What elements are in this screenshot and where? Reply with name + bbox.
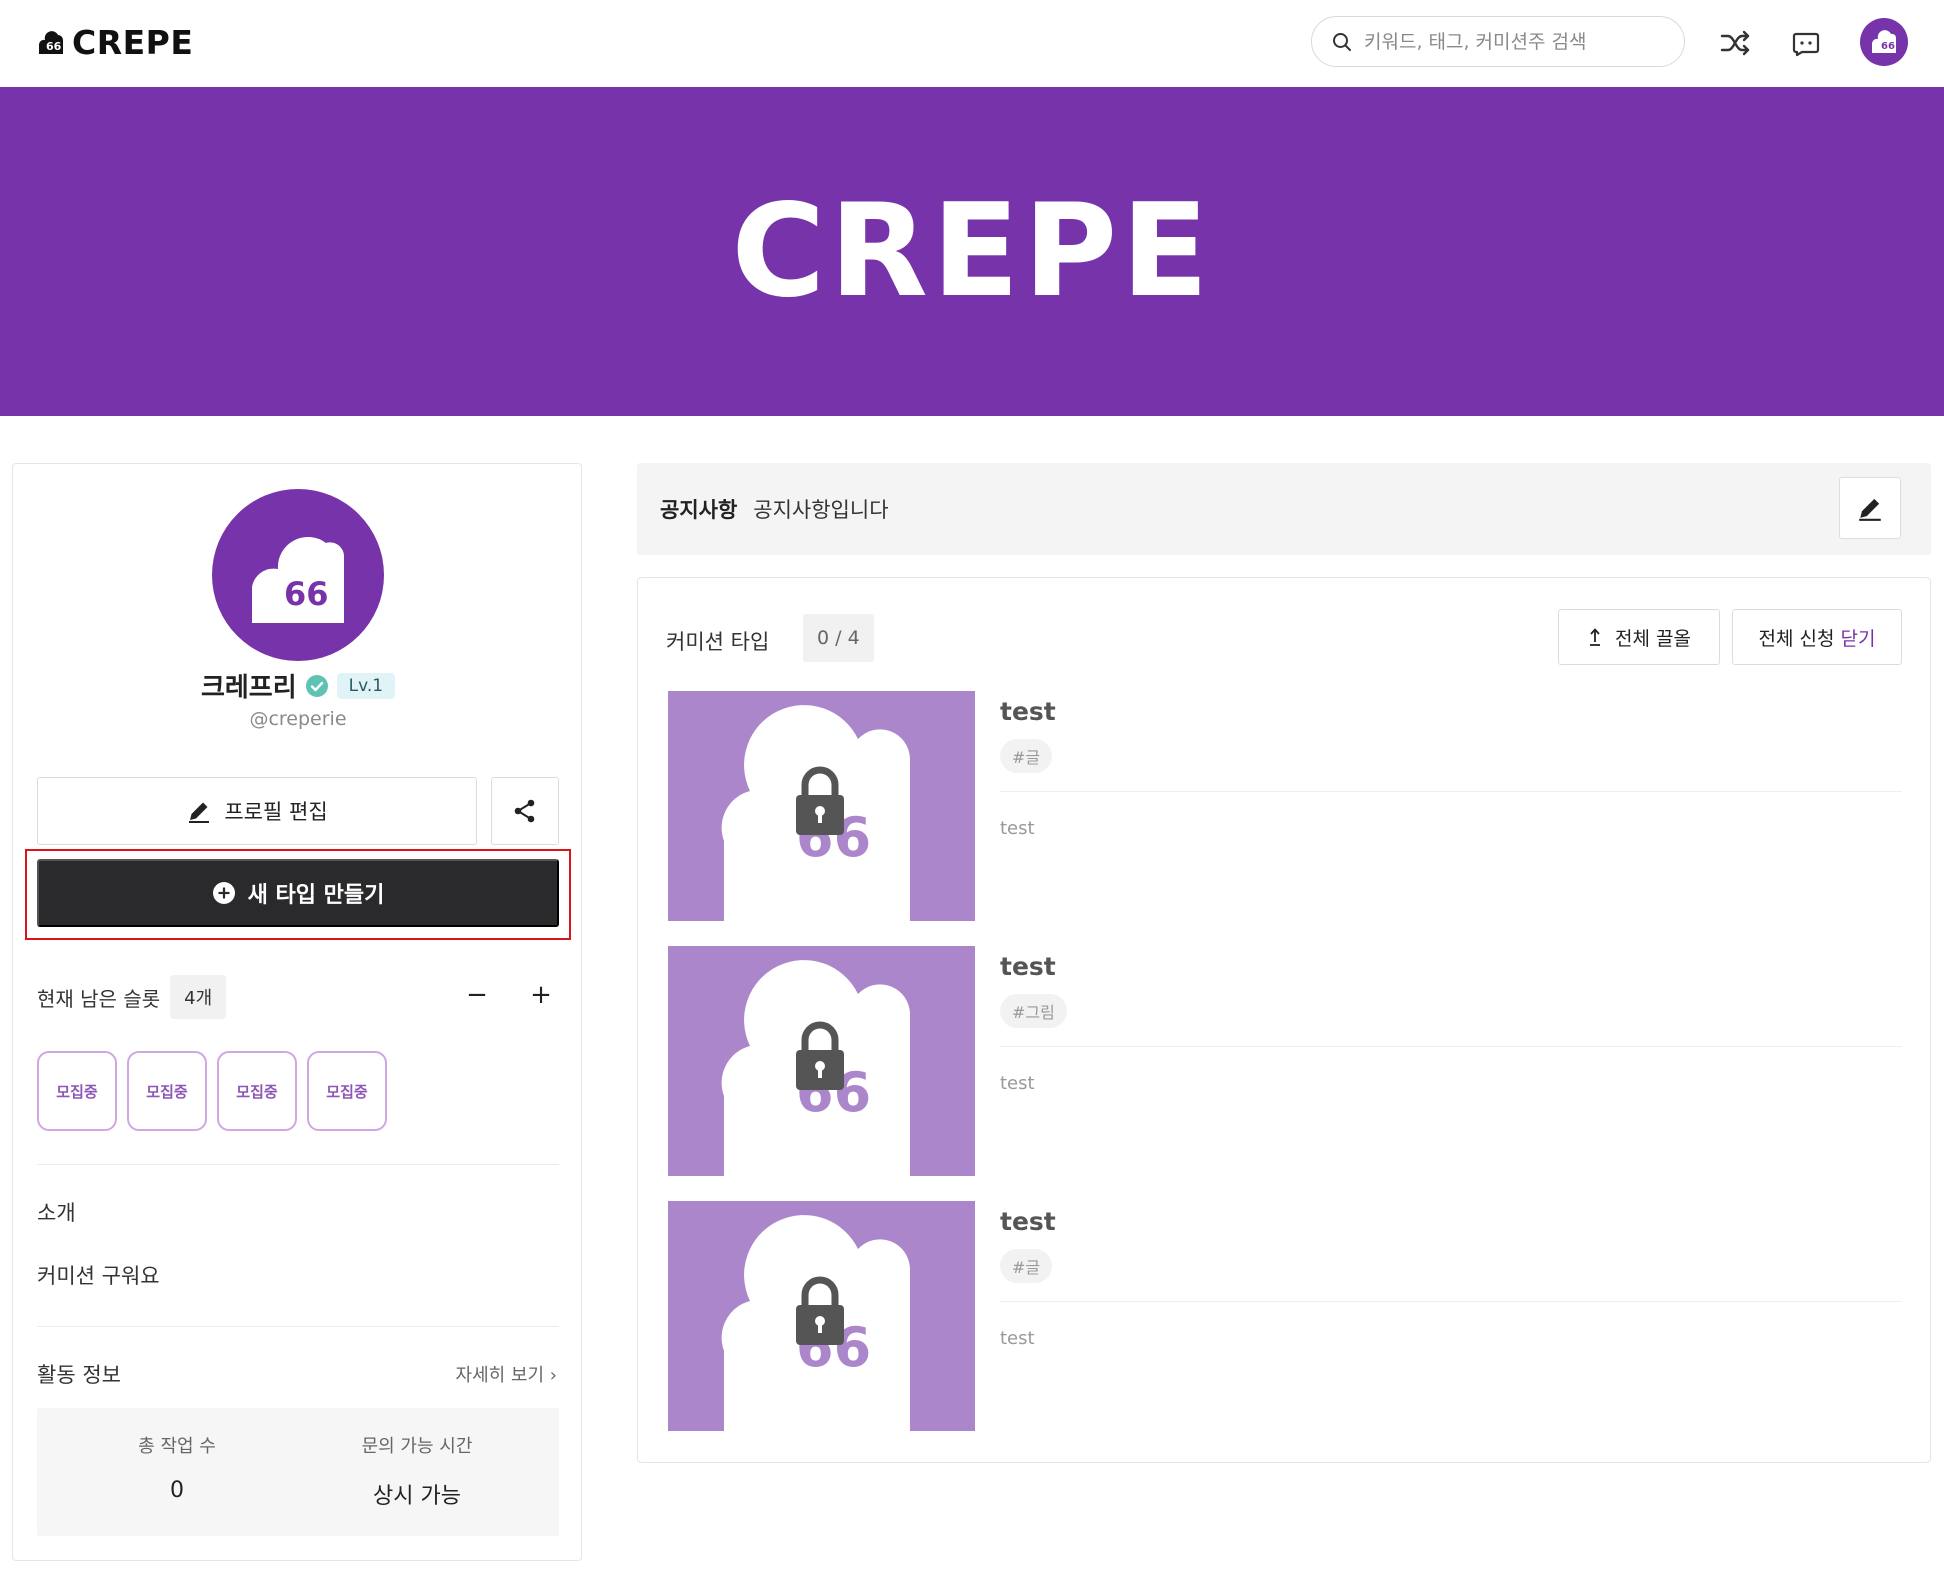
banner-title: CREPE: [731, 177, 1213, 326]
slot-decrease-button[interactable]: −: [459, 977, 495, 1013]
svg-text:66: 66: [1881, 41, 1895, 52]
pull-all-label: 전체 끌올: [1615, 627, 1691, 650]
slots-stepper: − +: [459, 977, 559, 1013]
activity-label: 활동 정보: [37, 1363, 121, 1387]
search-input[interactable]: [1364, 30, 1664, 53]
new-type-button[interactable]: 새 타입 만들기: [37, 859, 559, 927]
share-icon: [514, 799, 535, 823]
type-description: test: [1000, 1328, 1035, 1349]
type-divider: [1000, 1046, 1902, 1047]
commission-types-card: 커미션 타입 0 / 4 전체 끌올 전체 신청 닫기 66 test #글 t…: [637, 577, 1931, 1463]
pencil-icon: [189, 802, 210, 823]
profile-card: 66 크레프리 Lv.1 @creperie 프로필 편집 새 타입 만들기 현…: [12, 463, 582, 1561]
type-description: test: [1000, 1073, 1035, 1094]
notice-label: 공지사항: [660, 498, 738, 522]
pull-up-icon: [1590, 628, 1601, 646]
slot-chip[interactable]: 모집중: [127, 1051, 207, 1131]
chat-button[interactable]: [1786, 23, 1826, 63]
plus-circle-icon: [212, 882, 235, 904]
search-bar[interactable]: [1311, 16, 1685, 67]
type-tag[interactable]: #글: [1000, 1249, 1053, 1283]
profile-banner: CREPE: [0, 87, 1944, 416]
type-thumbnail: 66: [668, 1201, 975, 1431]
search-icon: [1333, 32, 1351, 51]
slot-chip[interactable]: 모집중: [217, 1051, 297, 1131]
profile-cloud-icon: 66: [252, 536, 345, 623]
commission-type-item[interactable]: 66 test #그림 test: [668, 946, 1902, 1176]
chat-icon: [1792, 32, 1820, 57]
intro-text: 커미션 구워요: [37, 1264, 160, 1288]
type-divider: [1000, 791, 1902, 792]
type-description: test: [1000, 818, 1035, 839]
share-button[interactable]: [491, 777, 559, 845]
intro-label: 소개: [37, 1201, 76, 1225]
section-divider: [37, 1164, 559, 1165]
type-tag[interactable]: #그림: [1000, 994, 1067, 1028]
avatar[interactable]: 66: [1860, 18, 1908, 66]
activity-more-link[interactable]: 자세히 보기 ›: [456, 1361, 557, 1387]
new-type-label: 새 타입 만들기: [247, 883, 385, 908]
commission-types-title: 커미션 타입: [666, 630, 770, 654]
type-name: test: [1000, 952, 1056, 981]
lock-icon: 66: [721, 960, 910, 1176]
type-tag[interactable]: #글: [1000, 739, 1053, 773]
lock-icon: 66: [721, 705, 910, 921]
shuffle-button[interactable]: [1715, 23, 1755, 63]
pull-all-button[interactable]: 전체 끌올: [1558, 609, 1720, 665]
logo[interactable]: 66 CREPE: [36, 22, 193, 62]
slots-label: 현재 남은 슬롯: [37, 986, 161, 1011]
stat-value: 상시 가능: [373, 1484, 461, 1509]
commission-types-count: 0 / 4: [803, 614, 874, 662]
stat-label: 총 작업 수: [138, 1436, 216, 1457]
notice-bar: 공지사항 공지사항입니다: [637, 463, 1931, 555]
edit-profile-button[interactable]: 프로필 편집: [37, 777, 477, 845]
level-badge: Lv.1: [336, 672, 396, 699]
profile-handle: @creperie: [249, 708, 347, 730]
profile-avatar: 66: [212, 489, 384, 661]
slot-chip[interactable]: 모집중: [37, 1051, 117, 1131]
notice-edit-button[interactable]: [1839, 477, 1901, 539]
top-header: 66 CREPE 66: [0, 0, 1944, 87]
type-thumbnail: 66: [668, 946, 975, 1176]
edit-profile-label: 프로필 편집: [224, 800, 328, 824]
verified-icon: [305, 674, 328, 697]
slot-chips: 모집중 모집중 모집중 모집중: [37, 1051, 387, 1131]
logo-icon: 66: [38, 31, 63, 54]
activity-stats: 총 작업 수 0 문의 가능 시간 상시 가능: [37, 1408, 559, 1536]
svg-text:66: 66: [284, 575, 329, 613]
svg-text:66: 66: [46, 40, 62, 53]
commission-type-item[interactable]: 66 test #글 test: [668, 1201, 1902, 1431]
profile-name: 크레프리: [200, 673, 297, 703]
type-name: test: [1000, 1207, 1056, 1236]
type-thumbnail: 66: [668, 691, 975, 921]
type-divider: [1000, 1301, 1902, 1302]
close-all-applications-button[interactable]: 전체 신청 닫기: [1732, 609, 1902, 665]
avatar-cloud-icon: 66: [1871, 30, 1897, 53]
logo-text: CREPE: [72, 22, 194, 62]
lock-icon: 66: [721, 1215, 910, 1431]
close-all-prefix: 전체 신청: [1758, 627, 1835, 650]
profile-name-row: 크레프리 Lv.1: [13, 667, 583, 704]
pencil-icon: [1859, 498, 1881, 521]
stat-label: 문의 가능 시간: [361, 1436, 473, 1457]
slot-chip[interactable]: 모집중: [307, 1051, 387, 1131]
stat-value: 0: [170, 1478, 184, 1503]
slot-increase-button[interactable]: +: [523, 977, 559, 1013]
slots-count: 4개: [170, 975, 227, 1019]
notice-text: 공지사항입니다: [753, 498, 889, 522]
shuffle-icon: [1720, 30, 1750, 56]
close-all-accent: 닫기: [1840, 627, 1876, 650]
section-divider: [37, 1326, 559, 1327]
commission-type-item[interactable]: 66 test #글 test: [668, 691, 1902, 921]
type-name: test: [1000, 697, 1056, 726]
remaining-slots-row: 현재 남은 슬롯 4개 − +: [37, 975, 559, 1019]
